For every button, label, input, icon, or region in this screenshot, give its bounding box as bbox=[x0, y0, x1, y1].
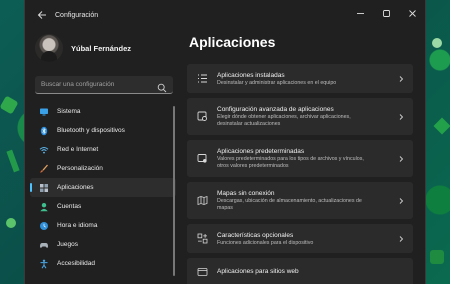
card-text: Aplicaciones para sitios web bbox=[217, 267, 405, 276]
card-description: Valores predeterminados para los tipos d… bbox=[217, 156, 364, 162]
globe-clock-icon bbox=[39, 221, 49, 231]
chevron-right-icon bbox=[397, 197, 405, 205]
card-title: Características opcionales bbox=[217, 231, 294, 239]
chevron-right-icon bbox=[397, 235, 405, 243]
maximize-button[interactable] bbox=[373, 0, 399, 26]
card-advanced-app-settings[interactable]: Configuración avanzada de aplicaciones E… bbox=[187, 98, 413, 135]
sidebar-item-bluetooth[interactable]: Bluetooth y dispositivos bbox=[30, 121, 176, 140]
card-description: desinstalar actualizaciones bbox=[217, 121, 281, 127]
chevron-right-icon bbox=[397, 75, 405, 83]
card-description: Descargas, ubicación de almacenamiento, … bbox=[217, 198, 362, 204]
wallpaper-shape bbox=[433, 117, 450, 135]
web-apps-icon bbox=[197, 267, 208, 278]
sidebar-item-label: Sistema bbox=[57, 108, 81, 115]
chevron-right-icon bbox=[397, 113, 405, 121]
sidebar-item-label: Hora e idioma bbox=[57, 222, 98, 229]
search-box[interactable]: Buscar una configuración bbox=[35, 76, 173, 94]
sidebar-item-aplicaciones[interactable]: Aplicaciones bbox=[30, 178, 176, 197]
card-title: Aplicaciones para sitios web bbox=[217, 268, 299, 275]
sidebar-item-juegos[interactable]: Juegos bbox=[30, 235, 176, 254]
sidebar: Yúbal Fernández Buscar una configuración… bbox=[25, 30, 181, 284]
sidebar-item-accesibilidad[interactable]: Accesibilidad bbox=[30, 254, 176, 273]
settings-cards: Aplicaciones instaladas Desinstalar y ad… bbox=[187, 64, 417, 284]
map-icon bbox=[197, 195, 208, 206]
sidebar-item-label: Aplicaciones bbox=[57, 184, 94, 191]
chevron-right-icon bbox=[397, 155, 405, 163]
optional-features-icon bbox=[197, 233, 208, 244]
card-text: Mapas sin conexión Descargas, ubicación … bbox=[217, 189, 397, 212]
main-content: Aplicaciones Aplicaciones instaladas Des… bbox=[187, 30, 417, 284]
card-text: Aplicaciones predeterminadas Valores pre… bbox=[217, 147, 397, 170]
window-title: Configuración bbox=[55, 11, 99, 19]
card-title: Aplicaciones predeterminadas bbox=[217, 148, 305, 155]
profile-name: Yúbal Fernández bbox=[71, 43, 132, 53]
window-controls bbox=[347, 0, 425, 26]
card-description: Desinstalar y administrar aplicaciones e… bbox=[217, 79, 337, 86]
wallpaper-shape bbox=[430, 250, 444, 264]
sidebar-item-cuentas[interactable]: Cuentas bbox=[30, 197, 176, 216]
search-icon[interactable] bbox=[157, 80, 167, 92]
monitor-icon bbox=[39, 107, 49, 117]
card-optional-features[interactable]: Características opcionales Funciones adi… bbox=[187, 224, 413, 253]
card-default-apps[interactable]: Aplicaciones predeterminadas Valores pre… bbox=[187, 140, 413, 177]
card-installed-apps[interactable]: Aplicaciones instaladas Desinstalar y ad… bbox=[187, 64, 413, 93]
sidebar-item-label: Accesibilidad bbox=[57, 260, 95, 267]
bluetooth-icon bbox=[39, 126, 49, 136]
wallpaper-shape bbox=[432, 38, 442, 48]
card-offline-maps[interactable]: Mapas sin conexión Descargas, ubicación … bbox=[187, 182, 413, 219]
gamepad-icon bbox=[39, 240, 49, 250]
sidebar-item-label: Red e Internet bbox=[57, 146, 99, 153]
search-input[interactable]: Buscar una configuración bbox=[41, 81, 157, 88]
minimize-button[interactable] bbox=[347, 0, 373, 26]
sidebar-item-sistema[interactable]: Sistema bbox=[30, 102, 176, 121]
sidebar-item-label: Juegos bbox=[57, 241, 78, 248]
settings-window: Configuración Yúbal Fernández Buscar una… bbox=[24, 0, 426, 284]
wifi-icon bbox=[39, 145, 49, 155]
wallpaper-shape bbox=[6, 149, 20, 173]
sidebar-nav: Sistema Bluetooth y dispositivos Red e I… bbox=[25, 102, 181, 273]
list-icon bbox=[197, 73, 208, 84]
sidebar-item-hora[interactable]: Hora e idioma bbox=[30, 216, 176, 235]
sidebar-item-red[interactable]: Red e Internet bbox=[30, 140, 176, 159]
card-text: Aplicaciones instaladas Desinstalar y ad… bbox=[217, 71, 397, 87]
accessibility-icon bbox=[39, 259, 49, 269]
card-description: Funciones adicionales para el dispositiv… bbox=[217, 239, 314, 246]
card-title: Configuración avanzada de aplicaciones bbox=[217, 106, 334, 113]
sidebar-item-label: Cuentas bbox=[57, 203, 82, 210]
sidebar-item-label: Personalización bbox=[57, 165, 103, 172]
card-text: Características opcionales Funciones adi… bbox=[217, 231, 397, 247]
card-title: Aplicaciones instaladas bbox=[217, 71, 285, 79]
card-web-apps[interactable]: Aplicaciones para sitios web bbox=[187, 258, 413, 284]
brush-icon bbox=[39, 164, 49, 174]
card-text: Configuración avanzada de aplicaciones E… bbox=[217, 105, 397, 128]
sidebar-item-personalizacion[interactable]: Personalización bbox=[30, 159, 176, 178]
apps-icon bbox=[39, 183, 49, 193]
person-icon bbox=[39, 202, 49, 212]
avatar[interactable] bbox=[35, 34, 63, 62]
card-description: mapas bbox=[217, 205, 233, 211]
back-arrow-icon[interactable] bbox=[35, 8, 49, 22]
card-title: Mapas sin conexión bbox=[217, 190, 275, 197]
wallpaper-shape bbox=[6, 218, 16, 228]
sidebar-scrollbar[interactable] bbox=[173, 106, 175, 276]
close-button[interactable] bbox=[399, 0, 425, 26]
app-settings-icon bbox=[197, 111, 208, 122]
page-title: Aplicaciones bbox=[189, 34, 276, 50]
card-description: Elegir dónde obtener aplicaciones, archi… bbox=[217, 114, 351, 120]
sidebar-item-label: Bluetooth y dispositivos bbox=[57, 127, 125, 134]
default-apps-icon bbox=[197, 153, 208, 164]
wallpaper-shape bbox=[0, 95, 19, 115]
card-description: otros valores predeterminados bbox=[217, 163, 289, 169]
title-bar[interactable]: Configuración bbox=[25, 0, 425, 30]
user-profile[interactable]: Yúbal Fernández bbox=[35, 34, 181, 62]
